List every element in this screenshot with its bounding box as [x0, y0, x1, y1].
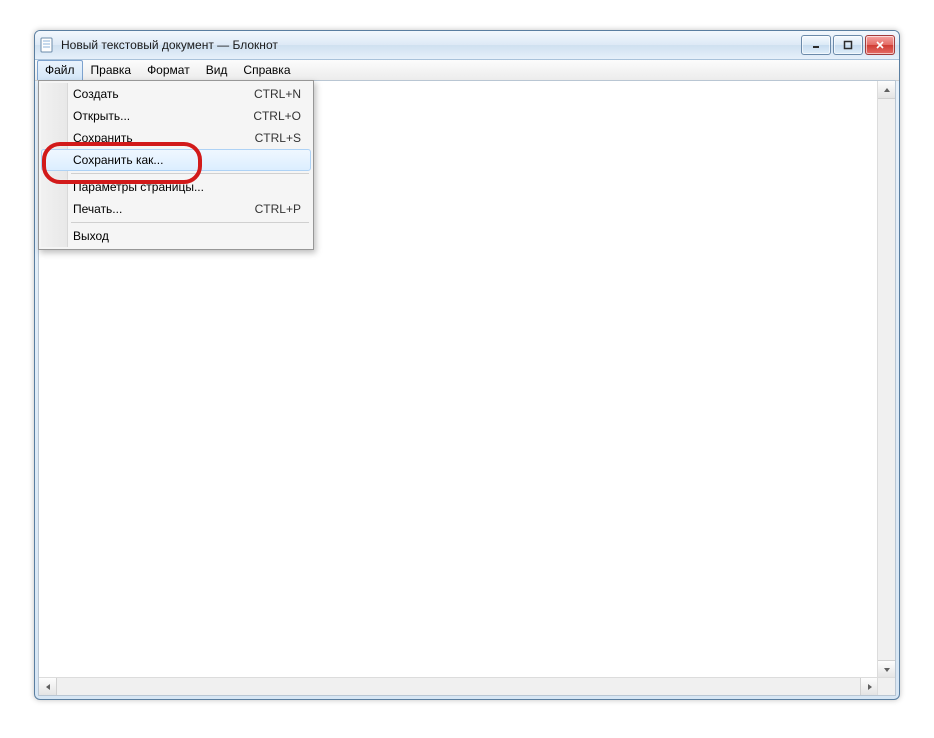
menu-item-label: Создать — [73, 87, 254, 101]
menu-separator — [71, 222, 309, 223]
menu-item-save-as[interactable]: Сохранить как... — [41, 149, 311, 171]
menu-item-label: Параметры страницы... — [73, 180, 301, 194]
menubar: Файл Правка Формат Вид Справка — [35, 60, 899, 81]
menu-item-shortcut: CTRL+N — [254, 87, 301, 101]
menu-item-label: Печать... — [73, 202, 255, 216]
vertical-scrollbar[interactable] — [877, 81, 895, 678]
size-grip[interactable] — [877, 677, 895, 695]
close-button[interactable] — [865, 35, 895, 55]
menu-item-open[interactable]: Открыть... CTRL+O — [41, 105, 311, 127]
menu-item-label: Открыть... — [73, 109, 253, 123]
menu-file-label: Файл — [45, 63, 75, 77]
menu-item-label: Выход — [73, 229, 301, 243]
titlebar[interactable]: Новый текстовый документ — Блокнот — [35, 31, 899, 60]
menu-view-label: Вид — [206, 63, 228, 77]
menu-view[interactable]: Вид — [198, 60, 236, 80]
menu-format-label: Формат — [147, 63, 190, 77]
menu-item-shortcut: CTRL+O — [253, 109, 301, 123]
scroll-up-icon[interactable] — [878, 81, 895, 99]
menu-item-shortcut: CTRL+S — [255, 131, 301, 145]
menu-item-print[interactable]: Печать... CTRL+P — [41, 198, 311, 220]
menu-item-exit[interactable]: Выход — [41, 225, 311, 247]
scroll-left-icon[interactable] — [39, 678, 57, 695]
menu-item-label: Сохранить как... — [73, 153, 301, 167]
menu-edit[interactable]: Правка — [83, 60, 140, 80]
menu-separator — [71, 173, 309, 174]
menu-item-new[interactable]: Создать CTRL+N — [41, 83, 311, 105]
menu-item-shortcut: CTRL+P — [255, 202, 301, 216]
file-menu-dropdown: Создать CTRL+N Открыть... CTRL+O Сохрани… — [38, 80, 314, 250]
menu-item-page-setup[interactable]: Параметры страницы... — [41, 176, 311, 198]
notepad-icon — [39, 37, 55, 53]
horizontal-scrollbar[interactable] — [39, 677, 878, 695]
menu-file[interactable]: Файл — [37, 60, 83, 80]
window-controls — [801, 35, 895, 55]
minimize-button[interactable] — [801, 35, 831, 55]
maximize-button[interactable] — [833, 35, 863, 55]
menu-item-label: Сохранить — [73, 131, 255, 145]
window-title: Новый текстовый документ — Блокнот — [61, 38, 801, 52]
menu-edit-label: Правка — [91, 63, 132, 77]
menu-item-save[interactable]: Сохранить CTRL+S — [41, 127, 311, 149]
menu-format[interactable]: Формат — [139, 60, 198, 80]
scroll-right-icon[interactable] — [860, 678, 878, 695]
scroll-down-icon[interactable] — [878, 660, 895, 678]
menu-help-label: Справка — [243, 63, 290, 77]
menu-help[interactable]: Справка — [235, 60, 298, 80]
